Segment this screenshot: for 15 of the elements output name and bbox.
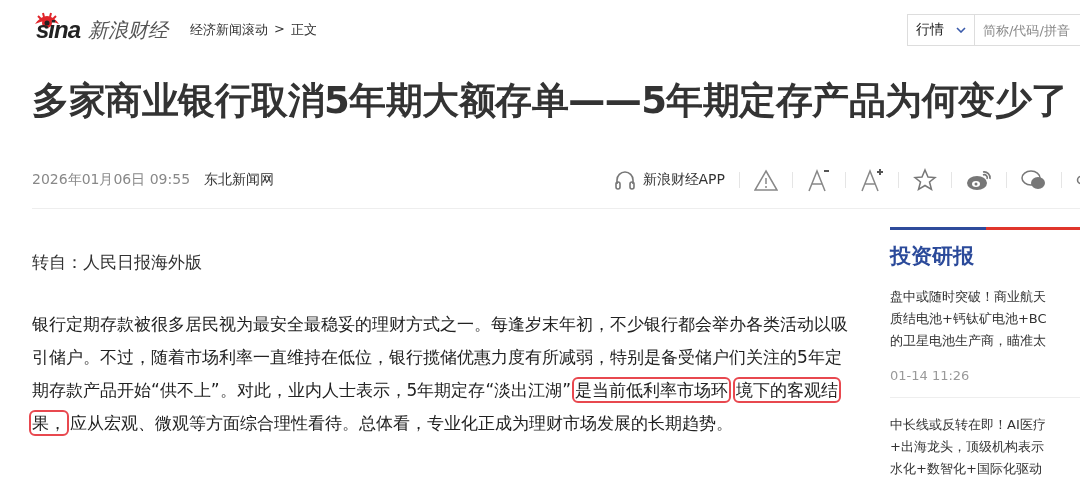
logo-text[interactable]: sina	[36, 16, 81, 44]
news-time: 01-14 11:26	[890, 368, 971, 383]
article-title: 多家商业银行取消5年期大额存单——5年期定存产品为何变少了	[32, 78, 1069, 124]
news-link[interactable]: 盘中或随时突破！商业航天 质结电池+钙钛矿电池+BC 的卫星电池生产商，瞄准太	[890, 286, 1080, 352]
sidebar-heading: 投资研报	[890, 243, 975, 270]
article-paragraph: 银行定期存款被很多居民视为最安全最稳妥的理财方式之一。每逢岁末年初，不少银行都会举办各类活动以吸引储户。不过，随着市场利率一直维持在低位，银行揽储优惠力度有所减弱，特别是备受储户们关注的5年定期存款产品开始“供不上”。对此，业内人士表示，5年期定存“淡出江湖” 是当前低利率市场环 境下的客观结果， 应从宏观、微观等方面综合理性看待。总体看，专业化正成为理财市场发展的长期趋势。	[32, 308, 854, 440]
source-link[interactable]: 东北新闻网	[204, 171, 275, 189]
search-field[interactable]: 行情 简称/代码/拼音	[907, 14, 1080, 46]
site-name[interactable]: 新浪财经	[88, 16, 169, 44]
news-link[interactable]: 中长线或反转在即！AI医疗 +出海龙头，顶级机构表示 水化+数智化+国际化驱动	[890, 414, 1080, 480]
app-link[interactable]: 新浪财经APP	[612, 168, 725, 192]
publish-date: 2026年01月06日 09:55	[32, 171, 191, 189]
breadcrumb-separator: >	[274, 21, 285, 38]
breadcrumb-link[interactable]: 经济新闻滚动	[190, 21, 269, 39]
reprint-note: 转自：人民日报海外版	[32, 251, 203, 274]
